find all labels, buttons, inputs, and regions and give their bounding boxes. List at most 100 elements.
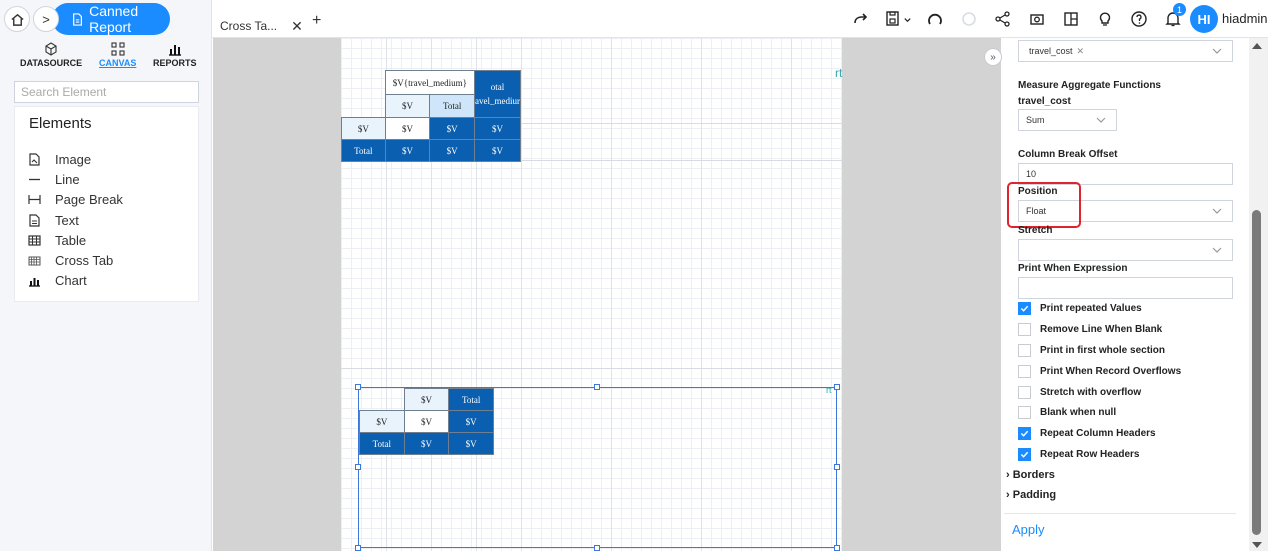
column-header-cell[interactable]: $V bbox=[384, 94, 431, 118]
resize-handle[interactable] bbox=[594, 384, 600, 390]
checkbox[interactable] bbox=[1018, 365, 1031, 378]
measure-field-label: travel_cost bbox=[1018, 96, 1071, 107]
resize-handle[interactable] bbox=[834, 384, 840, 390]
toolbar: 1 bbox=[844, 0, 1190, 38]
help-button[interactable] bbox=[1122, 0, 1156, 38]
element-chart[interactable]: Chart bbox=[27, 271, 123, 291]
apply-button[interactable]: Apply bbox=[1012, 522, 1045, 537]
insight-button[interactable] bbox=[1088, 0, 1122, 38]
chevron-down-icon bbox=[1212, 208, 1222, 214]
row-header-cell[interactable]: $V bbox=[341, 117, 386, 140]
share-button[interactable] bbox=[986, 0, 1020, 38]
stretch-with-overflow-option[interactable]: Stretch with overflow bbox=[1018, 386, 1141, 399]
row-total-cell[interactable]: $V bbox=[384, 139, 431, 162]
tab-cross-tab[interactable]: Cross Ta... ✕ bbox=[220, 14, 303, 38]
grand-total-cell[interactable]: $V bbox=[473, 139, 522, 162]
element-text[interactable]: Text bbox=[27, 210, 123, 230]
add-tab-button[interactable]: + bbox=[312, 12, 321, 30]
crosstab-top[interactable]: $V{travel_medium} otal avel_mediur $V To… bbox=[341, 70, 522, 162]
refresh-button[interactable] bbox=[918, 0, 952, 38]
resize-handle[interactable] bbox=[355, 464, 361, 470]
print-in-first-whole-section-option[interactable]: Print in first whole section bbox=[1018, 344, 1165, 357]
measure-cell[interactable]: $V bbox=[384, 117, 431, 140]
image-icon bbox=[27, 152, 41, 166]
column-group-header[interactable]: $V{travel_medium} bbox=[384, 70, 475, 95]
left-panel: DATASOURCE CANVAS REPORTS Search Element… bbox=[0, 38, 212, 551]
notification-badge: 1 bbox=[1173, 3, 1186, 16]
close-icon[interactable]: ✕ bbox=[291, 18, 303, 35]
checkbox[interactable] bbox=[1018, 406, 1031, 419]
scrollbar-thumb[interactable] bbox=[1252, 210, 1261, 535]
notifications-button[interactable]: 1 bbox=[1156, 0, 1190, 38]
measure-aggregate-label: Measure Aggregate Functions bbox=[1018, 80, 1161, 91]
resize-handle[interactable] bbox=[834, 464, 840, 470]
measure-total-cell[interactable]: $V bbox=[473, 117, 522, 140]
check-icon bbox=[1020, 305, 1029, 312]
stretch-select[interactable] bbox=[1018, 239, 1233, 261]
check-icon bbox=[1020, 451, 1029, 458]
checkbox-checked[interactable] bbox=[1018, 302, 1031, 315]
scroll-up-icon[interactable] bbox=[1252, 43, 1262, 49]
table-icon bbox=[27, 233, 41, 247]
layout-button[interactable] bbox=[1054, 0, 1088, 38]
checkbox[interactable] bbox=[1018, 323, 1031, 336]
stretch-label: Stretch bbox=[1018, 225, 1053, 236]
search-input[interactable]: Search Element bbox=[14, 81, 199, 103]
breadcrumb-arrow-icon[interactable]: > bbox=[33, 6, 59, 32]
lightbulb-icon bbox=[1099, 12, 1111, 26]
home-button[interactable] bbox=[4, 6, 30, 32]
column-total-cell[interactable]: Total bbox=[429, 94, 475, 118]
bar-chart-icon bbox=[168, 45, 181, 56]
selection-box[interactable] bbox=[358, 387, 837, 548]
resize-handle[interactable] bbox=[594, 545, 600, 551]
preview-button[interactable] bbox=[1020, 0, 1054, 38]
blank-when-null-option[interactable]: Blank when null bbox=[1018, 406, 1116, 419]
element-image[interactable]: Image bbox=[27, 149, 123, 169]
canvas-icon bbox=[111, 42, 125, 56]
element-table[interactable]: Table bbox=[27, 230, 123, 250]
repeat-column-headers-option[interactable]: Repeat Column Headers bbox=[1018, 427, 1156, 440]
element-line[interactable]: Line bbox=[27, 169, 123, 189]
loading-button[interactable] bbox=[952, 0, 986, 38]
report-name-pill[interactable]: Canned Report bbox=[52, 3, 170, 35]
print-repeated-values-option[interactable]: Print repeated Values bbox=[1018, 302, 1142, 315]
print-when-record-overflows-option[interactable]: Print When Record Overflows bbox=[1018, 365, 1181, 378]
tab-reports[interactable]: REPORTS bbox=[153, 42, 197, 68]
top-bar: Canned Report > Cross Ta... ✕ + 1 HI hia… bbox=[0, 0, 1268, 38]
chart-icon bbox=[27, 274, 41, 288]
element-cross-tab[interactable]: Cross Tab bbox=[27, 250, 123, 270]
padding-section[interactable]: › Padding bbox=[1006, 489, 1056, 501]
breadcrumb: Canned Report > bbox=[0, 0, 212, 38]
help-icon bbox=[1131, 11, 1147, 27]
layout-icon bbox=[1064, 12, 1078, 26]
chip-remove-icon[interactable]: ✕ bbox=[1077, 46, 1085, 57]
row-total-header[interactable]: Total bbox=[341, 139, 386, 162]
resize-handle[interactable] bbox=[355, 545, 361, 551]
print-when-expression-input[interactable] bbox=[1018, 277, 1233, 299]
remove-line-when-blank-option[interactable]: Remove Line When Blank bbox=[1018, 323, 1162, 336]
save-button[interactable] bbox=[878, 0, 918, 38]
resize-handle[interactable] bbox=[355, 384, 361, 390]
aggregate-function-select[interactable]: Sum bbox=[1018, 109, 1117, 131]
expand-panel-icon[interactable]: » bbox=[984, 48, 1002, 66]
checkbox[interactable] bbox=[1018, 344, 1031, 357]
element-page-break[interactable]: Page Break bbox=[27, 190, 123, 210]
measure-select[interactable]: travel_cost ✕ bbox=[1018, 40, 1233, 62]
checkbox-checked[interactable] bbox=[1018, 448, 1031, 461]
redo-button[interactable] bbox=[844, 0, 878, 38]
measure-total-cell[interactable]: $V bbox=[429, 117, 475, 140]
scroll-down-icon[interactable] bbox=[1252, 542, 1262, 548]
borders-section[interactable]: › Borders bbox=[1006, 469, 1055, 481]
username[interactable]: hiadmin bbox=[1222, 11, 1268, 26]
checkbox-checked[interactable] bbox=[1018, 427, 1031, 440]
checkbox[interactable] bbox=[1018, 386, 1031, 399]
avatar[interactable]: HI bbox=[1190, 5, 1218, 33]
measure-chip[interactable]: travel_cost ✕ bbox=[1029, 46, 1084, 57]
total-column-header[interactable]: otal avel_mediur bbox=[473, 70, 522, 118]
resize-handle[interactable] bbox=[834, 545, 840, 551]
repeat-row-headers-option[interactable]: Repeat Row Headers bbox=[1018, 448, 1139, 461]
chevron-down-icon bbox=[1096, 117, 1106, 123]
tab-datasource[interactable]: DATASOURCE bbox=[20, 42, 82, 68]
row-total-cell[interactable]: $V bbox=[429, 139, 475, 162]
tab-canvas[interactable]: CANVAS bbox=[99, 42, 136, 68]
